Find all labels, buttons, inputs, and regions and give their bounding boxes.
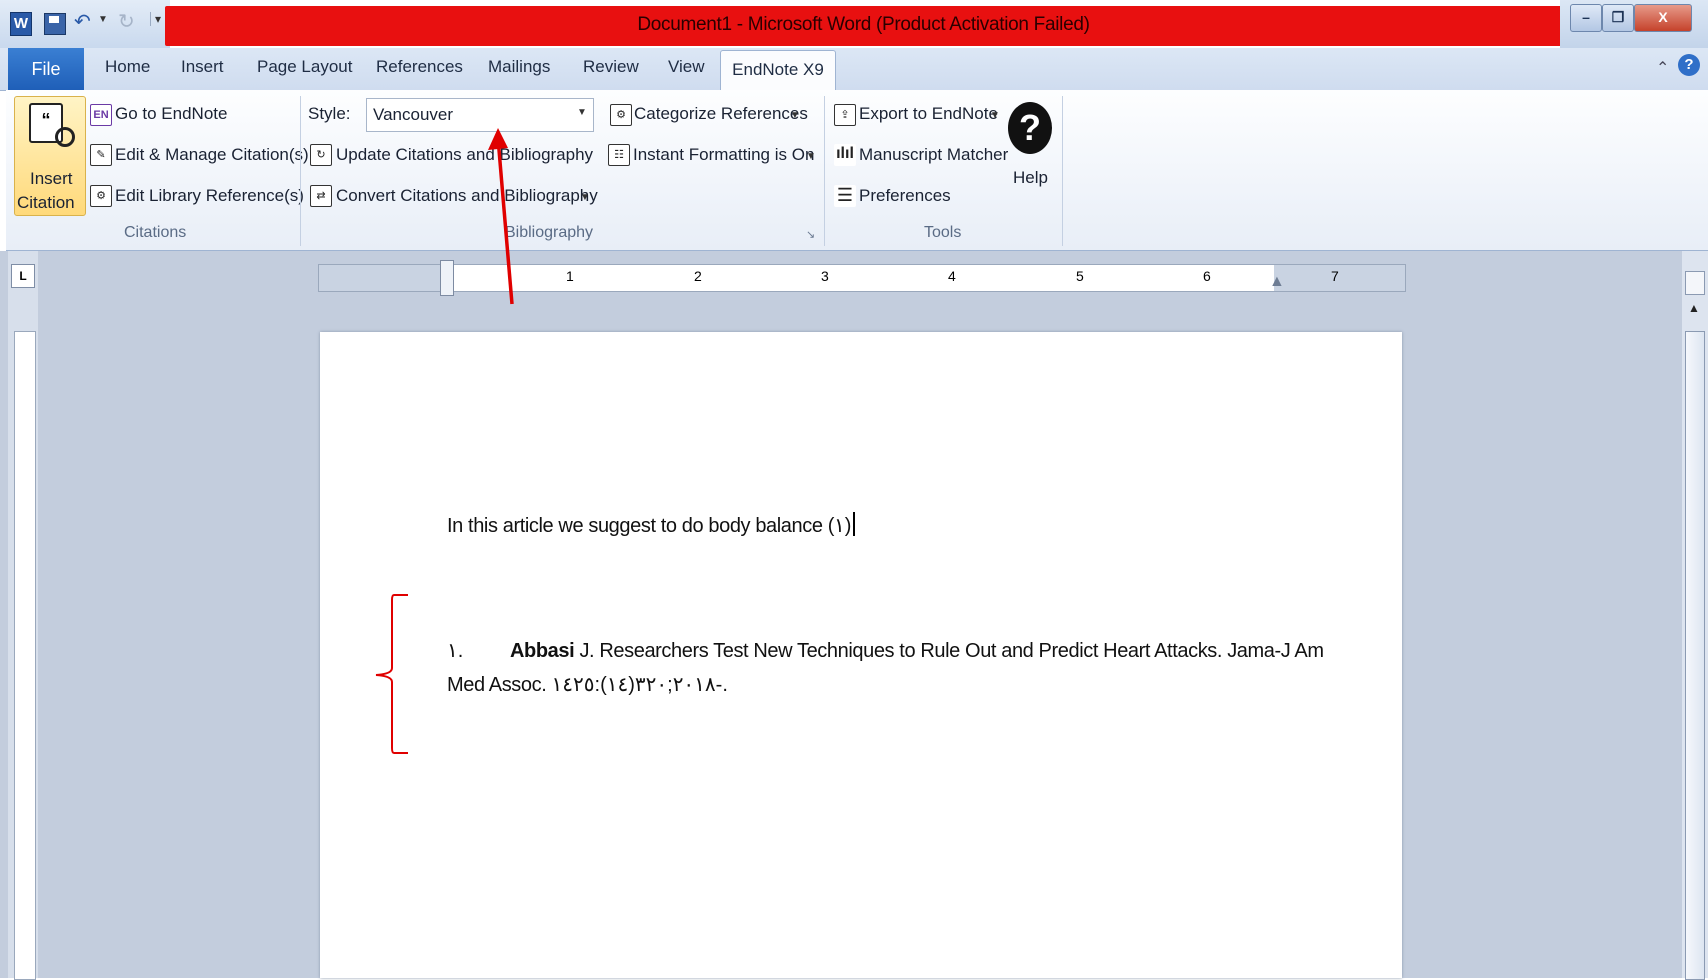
red-arrow-annotation: [488, 128, 514, 305]
red-brace-annotation: [375, 594, 408, 754]
annotation-overlay: [375, 128, 514, 754]
